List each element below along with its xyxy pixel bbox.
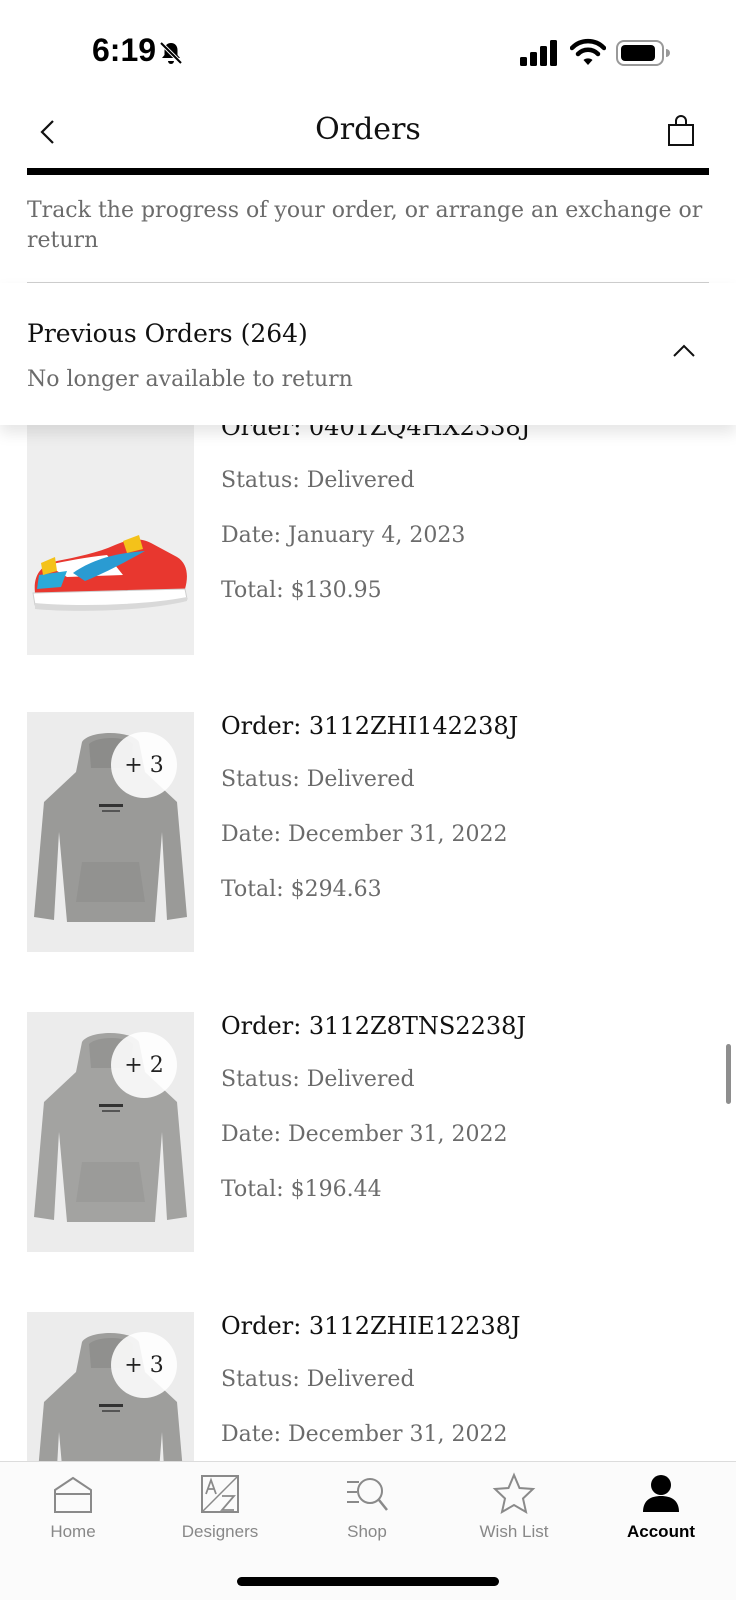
- header: Orders: [0, 100, 736, 176]
- order-details: Order: 3112ZHIE12238J Status: Delivered …: [221, 1312, 711, 1454]
- order-status: Status: Delivered: [221, 1067, 415, 1092]
- order-id: Order: 3112ZHIE12238J: [221, 1312, 521, 1340]
- battery-icon: [616, 40, 670, 66]
- order-details: Order: 3112ZHI142238J Status: Delivered …: [221, 712, 711, 909]
- extra-items-badge: + 3: [111, 732, 177, 798]
- sneaker-image: [27, 425, 194, 655]
- order-item[interactable]: + 3 Order: 3112ZHI142238J Status: Delive…: [0, 712, 736, 957]
- order-total: Total: $294.63: [221, 877, 382, 902]
- search-list-icon: [347, 1478, 388, 1511]
- shopping-bag-button[interactable]: [664, 114, 698, 148]
- extra-items-badge: + 3: [111, 1332, 177, 1398]
- tab-label: Shop: [347, 1522, 387, 1541]
- order-item[interactable]: + 3 Order: 3112ZHIE12238J Status: Delive…: [0, 1312, 736, 1461]
- order-id: Order: 0401ZQ4HX2338J: [221, 425, 531, 441]
- status-time: 6:19: [92, 32, 157, 68]
- tab-wish-list[interactable]: Wish List: [454, 1472, 574, 1552]
- order-total: Total: $130.95: [221, 578, 382, 603]
- intro-text: Track the progress of your order, or arr…: [27, 198, 703, 253]
- order-id: Order: 3112ZHI142238J: [221, 712, 519, 740]
- previous-orders-subtitle: No longer available to return: [27, 367, 353, 392]
- order-date: Date: December 31, 2022: [221, 822, 508, 847]
- tab-label: Designers: [181, 1522, 259, 1541]
- order-status: Status: Delivered: [221, 1367, 415, 1392]
- tab-label: Wish List: [479, 1522, 549, 1541]
- wifi-icon: [570, 38, 606, 65]
- star-icon: [492, 1472, 536, 1515]
- order-total: Total: $196.44: [221, 1177, 382, 1202]
- order-thumbnail[interactable]: + 3: [27, 1312, 194, 1461]
- page-title: Orders: [315, 112, 421, 147]
- person-icon: [643, 1475, 679, 1512]
- order-details: Order: 3112Z8TNS2238J Status: Delivered …: [221, 1012, 711, 1209]
- previous-orders-title: Previous Orders (264): [27, 319, 308, 348]
- tab-account[interactable]: Account: [601, 1472, 721, 1552]
- previous-orders-panel[interactable]: Previous Orders (264) No longer availabl…: [0, 283, 736, 425]
- order-date: Date: December 31, 2022: [221, 1122, 508, 1147]
- status-bar: 6:19: [0, 0, 736, 100]
- order-details: Order: 0401ZQ4HX2338J Status: Delivered …: [221, 425, 711, 610]
- cellular-signal-icon: [520, 40, 557, 66]
- home-icon: [54, 1476, 92, 1513]
- extra-items-badge: + 2: [111, 1032, 177, 1098]
- order-id: Order: 3112Z8TNS2238J: [221, 1012, 527, 1040]
- order-status: Status: Delivered: [221, 767, 415, 792]
- a-to-z-icon: [201, 1475, 239, 1513]
- bell-slash-icon: [159, 41, 183, 65]
- order-date: Date: January 4, 2023: [221, 523, 466, 548]
- order-status: Status: Delivered: [221, 468, 415, 493]
- scroll-indicator[interactable]: [726, 1044, 731, 1104]
- order-item[interactable]: Order: 0401ZQ4HX2338J Status: Delivered …: [0, 425, 736, 658]
- orders-list[interactable]: Order: 0401ZQ4HX2338J Status: Delivered …: [0, 425, 736, 1461]
- tab-designers[interactable]: Designers: [160, 1472, 280, 1552]
- order-thumbnail[interactable]: + 2: [27, 1012, 194, 1252]
- tab-home[interactable]: Home: [13, 1472, 133, 1552]
- order-item[interactable]: + 2 Order: 3112Z8TNS2238J Status: Delive…: [0, 1012, 736, 1257]
- shopping-bag-icon: [668, 115, 694, 146]
- chevron-up-icon[interactable]: [670, 341, 698, 361]
- order-thumbnail[interactable]: [27, 425, 194, 655]
- tab-shop[interactable]: Shop: [307, 1472, 427, 1552]
- header-divider: [27, 168, 709, 175]
- home-indicator[interactable]: [237, 1577, 499, 1586]
- order-thumbnail[interactable]: + 3: [27, 712, 194, 952]
- order-date: Date: December 31, 2022: [221, 1422, 508, 1447]
- tab-label: Home: [50, 1522, 96, 1541]
- tab-label: Account: [627, 1522, 695, 1541]
